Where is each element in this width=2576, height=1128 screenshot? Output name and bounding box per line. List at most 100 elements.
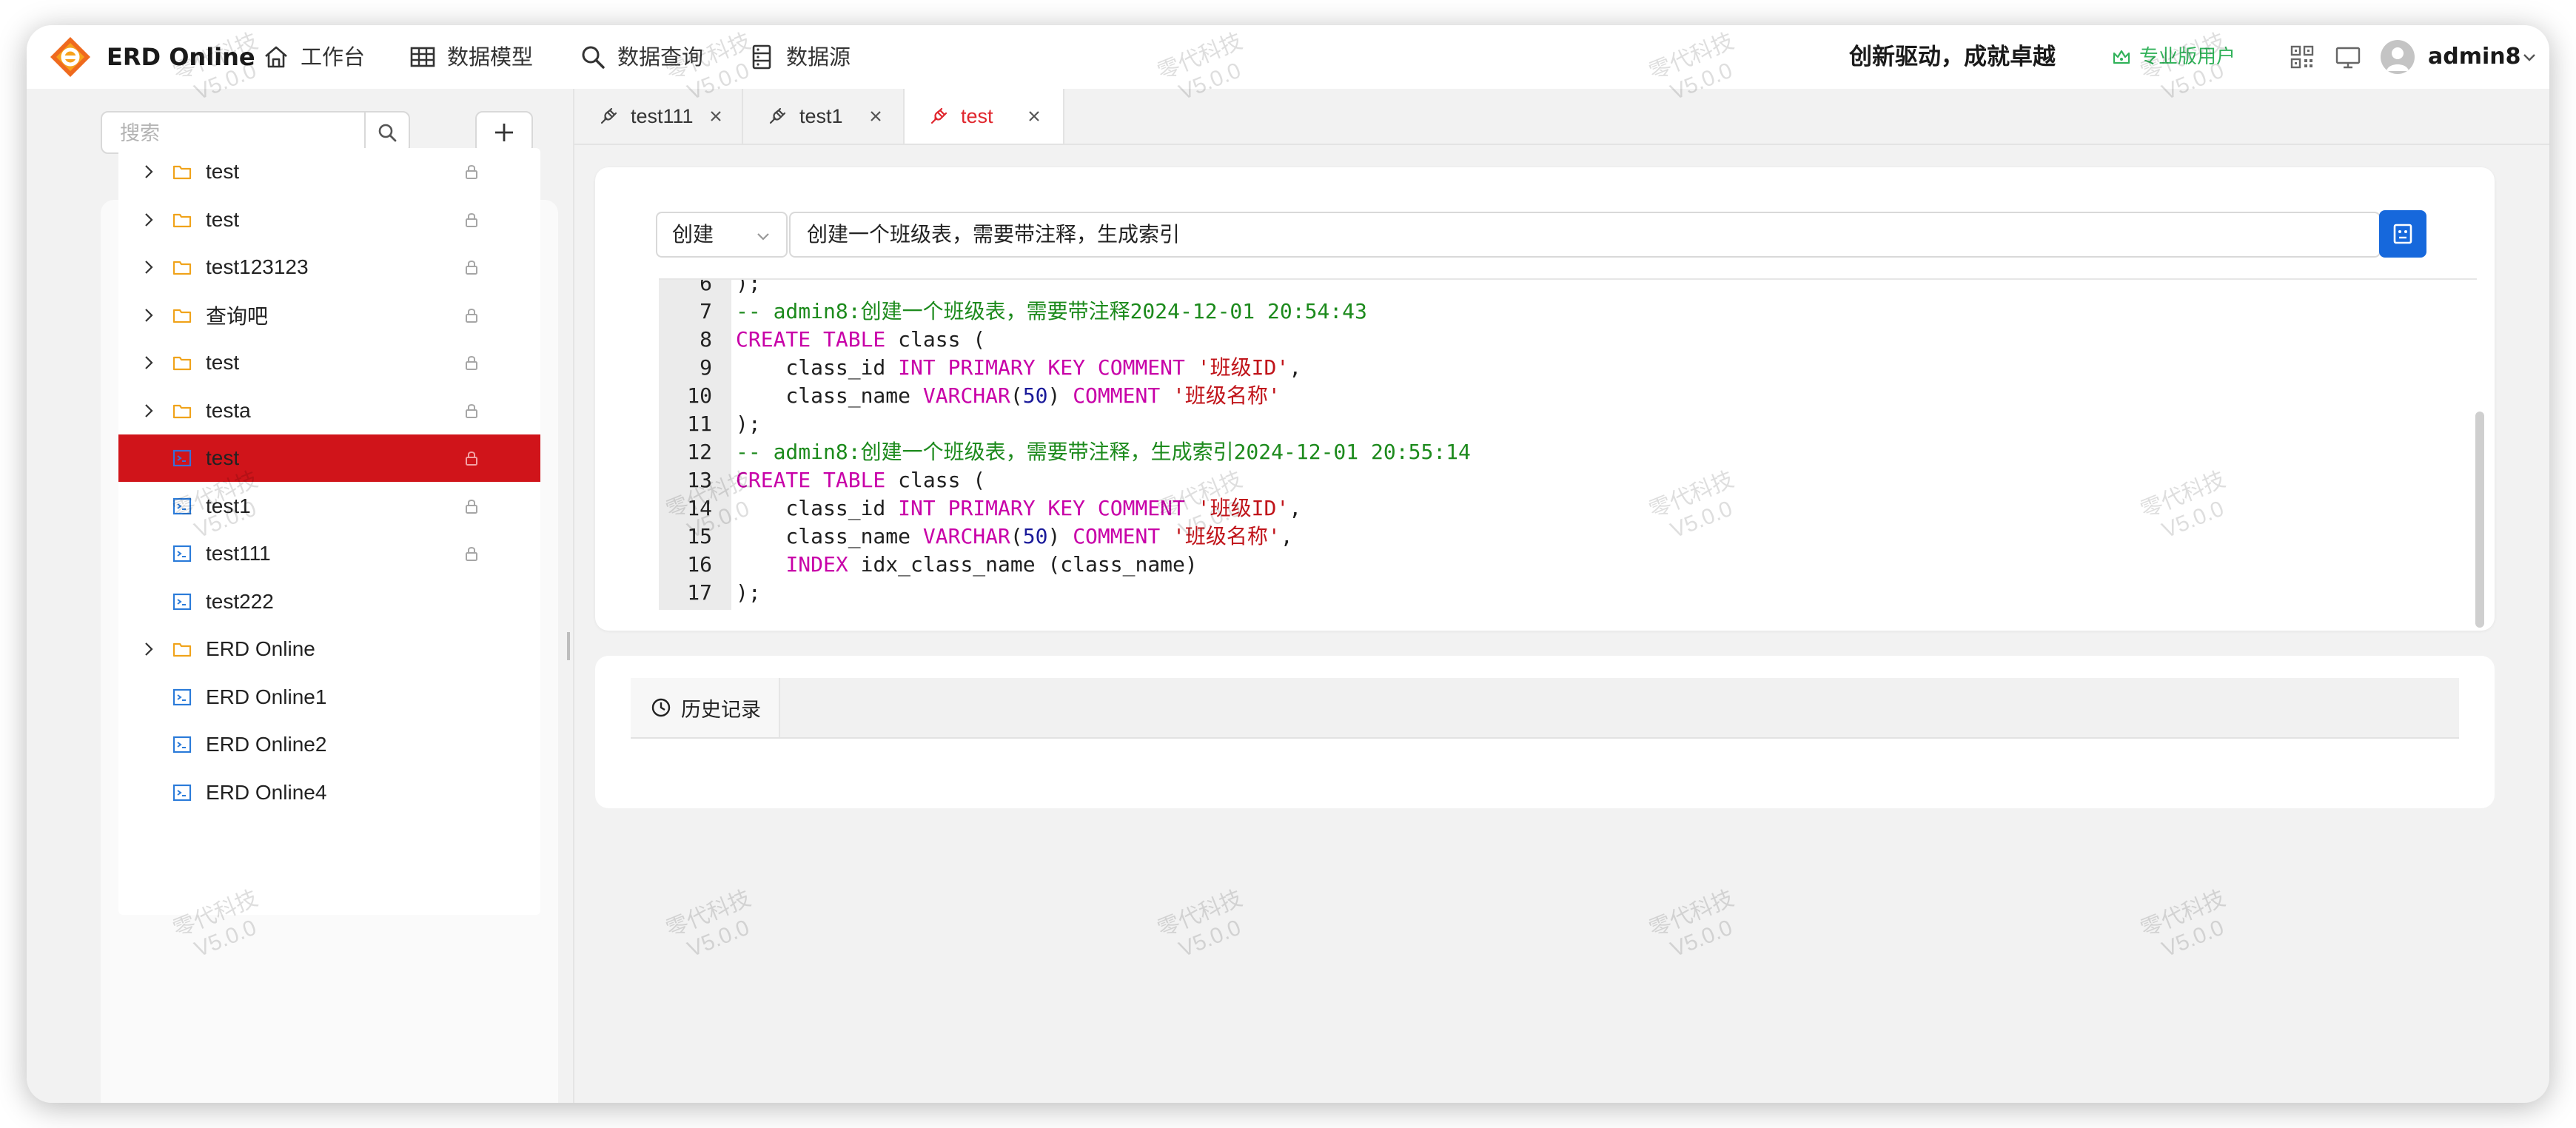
editor-tabs: test111 test1 test xyxy=(574,89,2549,145)
tab-label: test111 xyxy=(631,104,694,127)
tree-item[interactable]: test222 xyxy=(118,578,540,625)
tab-history[interactable]: 历史记录 xyxy=(631,678,780,737)
nav-data-query[interactable]: 数据查询 xyxy=(579,36,703,78)
tree-item-label: test xyxy=(206,446,240,469)
tree-item[interactable]: ERD Online xyxy=(118,625,540,673)
tree-item[interactable]: test111 xyxy=(118,530,540,577)
code-line: 11); xyxy=(659,410,2435,438)
lock-icon xyxy=(466,451,477,466)
tree-item[interactable]: ERD Online1 xyxy=(118,674,540,721)
watermark: 零代科技V5.0.0 xyxy=(1154,886,1246,962)
tab-label: test xyxy=(961,104,993,127)
close-icon[interactable] xyxy=(868,108,884,124)
tree-item[interactable]: 查询吧 xyxy=(118,292,540,339)
ai-prompt-input[interactable]: 创建一个班级表，需要带注释，生成索引 xyxy=(789,212,2381,258)
folder-icon xyxy=(172,642,192,657)
table-icon xyxy=(410,47,435,67)
code-line: 7 -- admin8:创建一个班级表，需要带注释2024-12-01 20:54… xyxy=(659,298,2435,326)
sql-editor-card: 创建 创建一个班级表，需要带注释，生成索引 6); 7 -- admin8:创建一个… xyxy=(595,167,2495,631)
line-content: ); xyxy=(736,412,761,436)
terminal-icon xyxy=(172,497,192,514)
brand-name[interactable]: ERD Online xyxy=(107,36,255,78)
tree-item-label: test123123 xyxy=(206,255,309,278)
folder-icon xyxy=(172,404,192,418)
qrcode-icon[interactable] xyxy=(2289,44,2315,70)
crown-icon xyxy=(2113,50,2130,64)
erd-logo-icon[interactable] xyxy=(49,36,92,78)
tree-item[interactable]: test xyxy=(118,196,540,244)
chevron-down-icon[interactable] xyxy=(2521,49,2538,65)
sidebar-resize-handle[interactable] xyxy=(567,632,570,660)
nav-data-model[interactable]: 数据模型 xyxy=(409,36,533,78)
home-icon xyxy=(265,46,287,68)
history-icon xyxy=(651,698,671,717)
tab-label: test1 xyxy=(799,104,843,127)
line-content: CREATE TABLE class ( xyxy=(736,468,986,492)
tree-item[interactable]: test123123 xyxy=(118,244,540,291)
prompt-value: 创建一个班级表，需要带注释，生成索引 xyxy=(807,222,1181,246)
editor-scrollbar[interactable] xyxy=(2475,412,2484,628)
tree-item[interactable]: test xyxy=(118,434,540,482)
tree-item-label: test xyxy=(206,160,240,183)
tree-item[interactable]: test xyxy=(118,148,540,195)
chevron-down-icon xyxy=(757,233,769,241)
tab-test[interactable]: test xyxy=(905,89,1064,144)
search-button[interactable] xyxy=(364,113,409,152)
line-number: 8 xyxy=(700,327,712,352)
tree-item[interactable]: ERD Online2 xyxy=(118,721,540,768)
generate-sql-button[interactable] xyxy=(2379,210,2426,258)
nav-datasource[interactable]: 数据源 xyxy=(748,36,851,78)
plug-icon xyxy=(930,107,947,124)
tree-item[interactable]: test1 xyxy=(118,483,540,530)
terminal-icon xyxy=(172,784,192,801)
lock-icon xyxy=(466,403,477,418)
tree-item[interactable]: testa xyxy=(118,387,540,434)
line-number: 15 xyxy=(687,524,712,548)
chevron-right-icon xyxy=(145,212,153,226)
avatar[interactable] xyxy=(2381,40,2415,74)
database-icon xyxy=(752,44,771,70)
code-line: 13 CREATE TABLE class ( xyxy=(659,466,2435,494)
line-number: 13 xyxy=(687,468,712,492)
tree-item-label: ERD Online xyxy=(206,637,315,660)
user-icon xyxy=(2387,47,2409,71)
folder-icon xyxy=(172,165,192,180)
mode-select[interactable]: 创建 xyxy=(656,212,788,258)
pro-label: 专业版用户 xyxy=(2139,46,2236,68)
line-content: ); xyxy=(736,278,761,295)
line-content: class_id INT PRIMARY KEY COMMENT '班级ID', xyxy=(736,355,1302,380)
line-number: 11 xyxy=(687,412,712,436)
line-number: 9 xyxy=(700,355,712,380)
nav-label: 工作台 xyxy=(301,44,366,70)
nav-label: 数据查询 xyxy=(617,44,704,70)
nav-workbench[interactable]: 工作台 xyxy=(262,36,365,78)
watermark: 零代科技V5.0.0 xyxy=(2137,886,2229,962)
line-content: ); xyxy=(736,580,761,605)
chevron-right-icon xyxy=(145,261,153,274)
tab-test1[interactable]: test1 xyxy=(743,89,905,144)
monitor-icon[interactable] xyxy=(2335,44,2361,70)
line-number: 17 xyxy=(687,580,712,605)
lock-icon xyxy=(466,261,477,275)
code-line: 16 INDEX idx_class_name (class_name) xyxy=(659,551,2435,579)
line-number: 7 xyxy=(700,299,712,323)
nav-label: 数据源 xyxy=(786,44,851,70)
code-line: 8 CREATE TABLE class ( xyxy=(659,326,2435,354)
tree-item[interactable]: ERD Online4 xyxy=(118,769,540,816)
tree-item-label: test xyxy=(206,207,240,231)
terminal-icon xyxy=(172,688,192,705)
plug-icon xyxy=(769,107,786,124)
code-editor[interactable]: 6); 7 -- admin8:创建一个班级表，需要带注释2024-12-01 20… xyxy=(659,278,2477,610)
chevron-right-icon xyxy=(145,165,153,178)
folder-icon xyxy=(172,213,192,227)
mode-value: 创建 xyxy=(672,222,714,246)
line-content: INDEX idx_class_name (class_name) xyxy=(785,552,1198,577)
tree-item[interactable]: test xyxy=(118,339,540,386)
username[interactable]: admin8 xyxy=(2428,36,2521,78)
tab-test111[interactable]: test111 xyxy=(574,89,743,144)
chevron-right-icon xyxy=(145,403,153,417)
tree-item-label: ERD Online4 xyxy=(206,780,327,804)
close-icon[interactable] xyxy=(1026,108,1042,124)
pro-user-badge[interactable]: 专业版用户 xyxy=(2111,36,2235,78)
close-icon[interactable] xyxy=(708,108,724,124)
